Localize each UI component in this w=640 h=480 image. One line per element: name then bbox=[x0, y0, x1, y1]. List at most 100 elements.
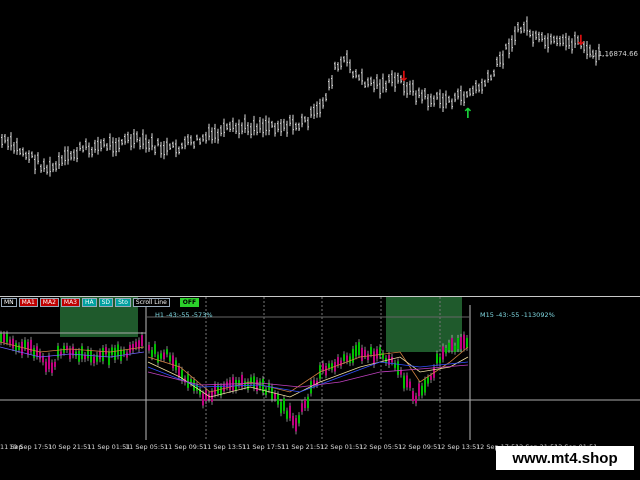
price-bar bbox=[316, 101, 318, 118]
red-down-arrow-icon: ↓ bbox=[575, 33, 587, 49]
price-bar bbox=[73, 149, 75, 161]
price-bar bbox=[379, 79, 381, 99]
price-bar bbox=[271, 120, 273, 128]
candle bbox=[172, 352, 174, 372]
price-bar bbox=[280, 119, 282, 136]
price-bar bbox=[61, 155, 63, 166]
candle bbox=[241, 371, 243, 391]
price-bar bbox=[490, 74, 492, 81]
price-bar bbox=[31, 151, 33, 159]
price-bar bbox=[217, 128, 219, 144]
candle bbox=[289, 402, 291, 422]
price-bar bbox=[352, 70, 354, 79]
price-bar bbox=[154, 145, 156, 156]
candle bbox=[57, 342, 59, 361]
price-chart[interactable] bbox=[0, 0, 640, 296]
ha-button[interactable]: HA bbox=[82, 298, 97, 307]
candle bbox=[367, 350, 369, 364]
candle bbox=[21, 338, 23, 359]
price-bar bbox=[193, 140, 195, 149]
price-bar bbox=[64, 146, 66, 166]
price-bar bbox=[319, 98, 321, 118]
price-bar bbox=[70, 151, 72, 161]
ma3-button[interactable]: MA3 bbox=[60, 298, 80, 307]
off-toggle[interactable]: OFF bbox=[179, 298, 200, 307]
candle bbox=[361, 344, 363, 364]
price-bar bbox=[391, 70, 393, 87]
m15-stat-label: M15 -43:-55 -113092% bbox=[480, 311, 555, 319]
price-bar bbox=[82, 145, 84, 153]
candle bbox=[439, 354, 441, 366]
candle bbox=[328, 360, 330, 372]
candle bbox=[42, 353, 44, 366]
price-bar bbox=[343, 56, 345, 63]
price-bar bbox=[439, 89, 441, 109]
price-bar bbox=[370, 76, 372, 86]
candle bbox=[307, 393, 309, 412]
price-bar bbox=[244, 114, 246, 133]
candle bbox=[331, 360, 333, 373]
ma2-button[interactable]: MA2 bbox=[39, 298, 59, 307]
price-bar bbox=[223, 118, 225, 137]
candle bbox=[45, 358, 47, 375]
candle bbox=[421, 382, 423, 399]
price-bar bbox=[43, 158, 45, 173]
candle bbox=[214, 381, 216, 398]
candle bbox=[39, 348, 41, 363]
price-bar bbox=[19, 148, 21, 156]
price-bar bbox=[310, 106, 312, 118]
sd-button[interactable]: SD bbox=[98, 298, 114, 307]
price-bar bbox=[253, 115, 255, 136]
price-bar bbox=[550, 33, 552, 45]
price-bar bbox=[505, 43, 507, 50]
price-bar bbox=[259, 117, 261, 133]
price-bar bbox=[451, 98, 453, 110]
candle bbox=[81, 343, 83, 363]
price-bar bbox=[184, 136, 186, 150]
ma1-button[interactable]: MA1 bbox=[18, 298, 38, 307]
price-bar bbox=[79, 141, 81, 151]
sto-button[interactable]: Sto bbox=[115, 298, 131, 307]
time-axis-label: 12 Sep 01:51 bbox=[320, 443, 364, 451]
price-bar bbox=[466, 91, 468, 98]
price-bar bbox=[358, 74, 360, 81]
candle bbox=[111, 344, 113, 358]
price-bar bbox=[565, 32, 567, 51]
price-bar bbox=[106, 143, 108, 151]
candle bbox=[436, 350, 438, 367]
price-bar bbox=[553, 35, 555, 44]
price-bar bbox=[538, 31, 540, 43]
price-bar bbox=[76, 147, 78, 163]
candle bbox=[154, 341, 156, 358]
price-bar bbox=[373, 79, 375, 93]
price-bar bbox=[166, 137, 168, 156]
price-bar bbox=[469, 88, 471, 97]
candle bbox=[96, 351, 98, 365]
price-bar bbox=[556, 35, 558, 47]
price-bar bbox=[493, 69, 495, 77]
price-bar bbox=[427, 94, 429, 111]
candle bbox=[250, 374, 252, 387]
price-bar bbox=[241, 122, 243, 135]
price-bar bbox=[481, 78, 483, 94]
price-bar bbox=[367, 77, 369, 88]
price-bar bbox=[181, 142, 183, 150]
green-up-arrow-icon: ↑ bbox=[462, 106, 474, 122]
mn-button[interactable]: MN bbox=[1, 298, 17, 307]
candle bbox=[403, 372, 405, 392]
candle bbox=[304, 396, 306, 411]
price-bar bbox=[226, 123, 228, 131]
price-bar bbox=[475, 80, 477, 94]
price-bar bbox=[262, 118, 264, 138]
price-bar bbox=[277, 120, 279, 133]
price-bar bbox=[145, 134, 147, 153]
scroll-line-button[interactable]: Scroll Line bbox=[132, 298, 170, 307]
candle bbox=[298, 412, 300, 427]
price-label: 1.16874.66 bbox=[597, 50, 638, 58]
price-bar bbox=[103, 138, 105, 148]
candle bbox=[412, 387, 414, 405]
price-bar bbox=[130, 133, 132, 151]
candle bbox=[102, 344, 104, 365]
candle bbox=[84, 351, 86, 363]
red-down-arrow-icon: ↓ bbox=[398, 69, 410, 85]
